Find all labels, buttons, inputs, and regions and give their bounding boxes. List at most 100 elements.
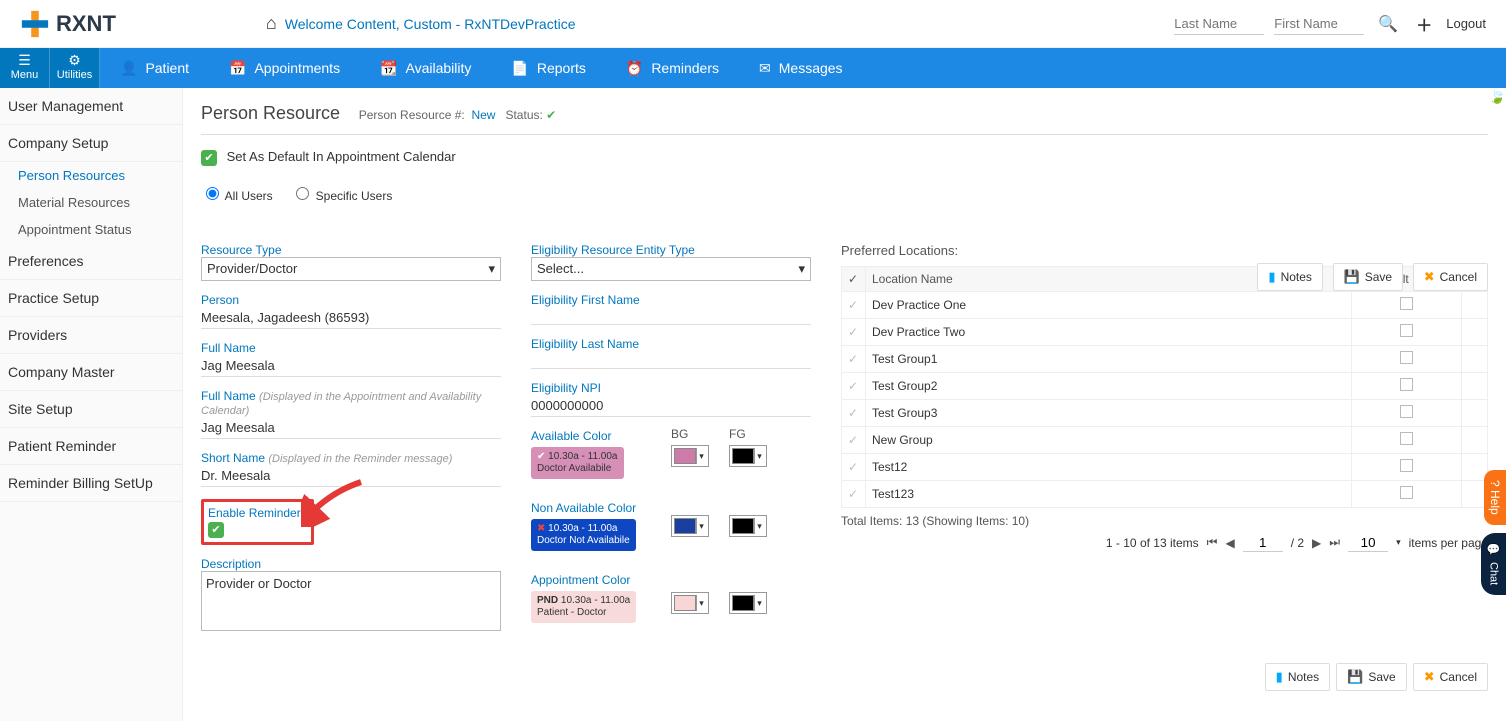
table-row[interactable]: ✓Test123 [842, 480, 1488, 507]
logout-link[interactable]: Logout [1446, 16, 1486, 31]
sidebar-providers[interactable]: Providers [0, 317, 182, 354]
enable-reminders-checkbox[interactable]: ✔ [208, 522, 224, 538]
short-name-label: Short Name (Displayed in the Reminder me… [201, 451, 501, 465]
last-name-input[interactable] [1174, 13, 1264, 35]
appointment-color-chip: PND 10.30a - 11.00aPatient - Doctor [531, 591, 636, 623]
sidebar-patient-reminder[interactable]: Patient Reminder [0, 428, 182, 465]
table-row[interactable]: ✓Dev Practice Two [842, 318, 1488, 345]
full-name-cal-field[interactable]: Jag Meesala [201, 417, 501, 439]
row-select-icon[interactable]: ✓ [842, 426, 866, 453]
pager-perpage-select[interactable] [1348, 534, 1388, 552]
toolbar-availability[interactable]: 📆Availability [360, 60, 491, 77]
row-name: Test123 [866, 480, 1352, 507]
table-row[interactable]: ✓New Group [842, 426, 1488, 453]
notes-button[interactable]: ▮Notes [1257, 263, 1323, 291]
sidebar-practice-setup[interactable]: Practice Setup [0, 280, 182, 317]
sidebar-company-setup[interactable]: Company Setup [0, 125, 182, 162]
sidebar-site-setup[interactable]: Site Setup [0, 391, 182, 428]
specific-users-radio[interactable] [296, 187, 309, 200]
row-select-icon[interactable]: ✓ [842, 345, 866, 372]
row-select-icon[interactable]: ✓ [842, 453, 866, 480]
row-default-checkbox[interactable] [1352, 372, 1462, 399]
chevron-down-icon: ▾ [488, 261, 495, 277]
table-row[interactable]: ✓Test Group3 [842, 399, 1488, 426]
table-row[interactable]: ✓Dev Practice One [842, 291, 1488, 318]
elig-last-name-field[interactable] [531, 351, 811, 369]
welcome-link[interactable]: Welcome Content, Custom - RxNTDevPractic… [285, 16, 576, 32]
elig-entity-select[interactable]: Select...▾ [531, 257, 811, 281]
elig-first-name-field[interactable] [531, 307, 811, 325]
row-default-checkbox[interactable] [1352, 318, 1462, 345]
nonavail-fg-picker[interactable]: ▾ [729, 515, 767, 537]
main-content: 🍃 Person Resource Person Resource #: New… [183, 88, 1506, 721]
full-name-field[interactable]: Jag Meesala [201, 355, 501, 377]
chat-pill[interactable]: 💬Chat [1481, 533, 1506, 596]
table-row[interactable]: ✓Test Group2 [842, 372, 1488, 399]
elig-npi-label: Eligibility NPI [531, 381, 811, 395]
elig-npi-field[interactable]: 0000000000 [531, 395, 811, 417]
preferred-locations-title: Preferred Locations: [841, 243, 1488, 258]
sidebar-item-material-resources[interactable]: Material Resources [0, 189, 182, 216]
sidebar-item-person-resources[interactable]: Person Resources [0, 162, 182, 189]
availability-icon: 📆 [380, 60, 397, 77]
row-default-checkbox[interactable] [1352, 480, 1462, 507]
sidebar-preferences[interactable]: Preferences [0, 243, 182, 280]
locations-table: ✓ Location Name⌄ Is Default ≡ ✓Dev Pract… [841, 266, 1488, 508]
appt-fg-picker[interactable]: ▾ [729, 592, 767, 614]
avail-fg-picker[interactable]: ▾ [729, 445, 767, 467]
sidebar-item-appointment-status[interactable]: Appointment Status [0, 216, 182, 243]
cancel-button-bottom[interactable]: ✖Cancel [1413, 663, 1488, 691]
toolbar-reports[interactable]: 📄Reports [491, 60, 605, 77]
cancel-button[interactable]: ✖Cancel [1413, 263, 1488, 291]
notes-button-bottom[interactable]: ▮Notes [1265, 663, 1331, 691]
all-users-radio[interactable] [206, 187, 219, 200]
appt-bg-picker[interactable]: ▾ [671, 592, 709, 614]
row-default-checkbox[interactable] [1352, 291, 1462, 318]
patient-icon: 👤 [120, 60, 137, 77]
pager-first-icon[interactable]: ⏮ [1207, 535, 1218, 550]
toolbar-patient[interactable]: 👤Patient [100, 60, 209, 77]
row-select-icon[interactable]: ✓ [842, 372, 866, 399]
row-name: Test Group1 [866, 345, 1352, 372]
row-default-checkbox[interactable] [1352, 345, 1462, 372]
search-icon[interactable]: 🔍 [1374, 10, 1402, 38]
leaf-icon: 🍃 [1489, 88, 1506, 105]
home-icon[interactable]: ⌂ [266, 13, 277, 34]
select-all-checkbox[interactable]: ✓ [842, 266, 866, 291]
short-name-field[interactable]: Dr. Meesala [201, 465, 501, 487]
row-select-icon[interactable]: ✓ [842, 399, 866, 426]
row-select-icon[interactable]: ✓ [842, 318, 866, 345]
pager-prev-icon[interactable]: ◀ [1225, 536, 1234, 550]
description-textarea[interactable]: Provider or Doctor [201, 571, 501, 631]
person-field[interactable]: Meesala, Jagadeesh (86593) [201, 307, 501, 329]
pager-last-icon[interactable]: ⏭ [1329, 535, 1340, 550]
save-button[interactable]: 💾Save [1333, 263, 1404, 291]
sidebar-reminder-billing-setup[interactable]: Reminder Billing SetUp [0, 465, 182, 502]
save-button-bottom[interactable]: 💾Save [1336, 663, 1407, 691]
toolbar-appointments[interactable]: 📅Appointments [209, 60, 360, 77]
help-pill[interactable]: ? Help [1484, 470, 1506, 525]
chat-icon: 💬 [1487, 543, 1500, 556]
nonavail-bg-picker[interactable]: ▾ [671, 515, 709, 537]
utilities-toggle[interactable]: ⚙Utilities [50, 48, 100, 88]
row-default-checkbox[interactable] [1352, 399, 1462, 426]
add-icon[interactable]: ＋ [1412, 8, 1436, 40]
pager-page-input[interactable] [1243, 534, 1283, 552]
toolbar-messages[interactable]: ✉Messages [739, 60, 863, 77]
avail-bg-picker[interactable]: ▾ [671, 445, 709, 467]
row-default-checkbox[interactable] [1352, 453, 1462, 480]
row-select-icon[interactable]: ✓ [842, 291, 866, 318]
first-name-input[interactable] [1274, 13, 1364, 35]
row-default-checkbox[interactable] [1352, 426, 1462, 453]
elig-entity-label: Eligibility Resource Entity Type [531, 243, 811, 257]
toolbar-reminders[interactable]: ⏰Reminders [606, 60, 739, 77]
table-row[interactable]: ✓Test12 [842, 453, 1488, 480]
table-row[interactable]: ✓Test Group1 [842, 345, 1488, 372]
default-calendar-checkbox[interactable]: ✔ [201, 150, 217, 166]
sidebar-user-management[interactable]: User Management [0, 88, 182, 125]
row-select-icon[interactable]: ✓ [842, 480, 866, 507]
resource-type-select[interactable]: Provider/Doctor▾ [201, 257, 501, 281]
menu-toggle[interactable]: ☰Menu [0, 48, 50, 88]
sidebar-company-master[interactable]: Company Master [0, 354, 182, 391]
pager-next-icon[interactable]: ▶ [1312, 536, 1321, 550]
